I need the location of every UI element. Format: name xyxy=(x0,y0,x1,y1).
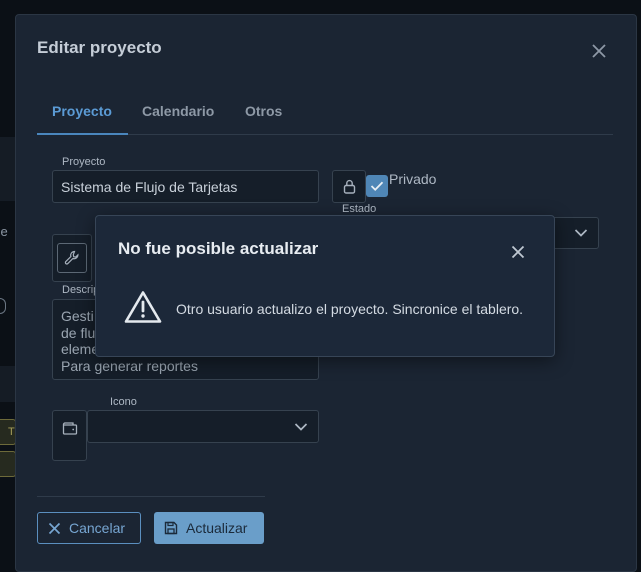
private-checkbox[interactable] xyxy=(366,175,388,197)
project-name-input[interactable]: Sistema de Flujo de Tarjetas xyxy=(52,170,319,203)
settings-button[interactable] xyxy=(52,234,92,282)
error-alert: No fue posible actualizar Otro usuario a… xyxy=(95,215,555,357)
background-partial-text: arje xyxy=(0,224,8,239)
tab-calendario[interactable]: Calendario xyxy=(142,103,214,119)
icon-select[interactable] xyxy=(87,410,319,443)
wallet-icon xyxy=(62,422,77,435)
checkmark-icon xyxy=(370,181,384,191)
dialog-title: Editar proyecto xyxy=(37,38,162,57)
background-chip: T xyxy=(0,419,16,445)
icon-preview xyxy=(52,410,87,461)
tab-proyecto[interactable]: Proyecto xyxy=(52,103,112,119)
update-button-label: Actualizar xyxy=(186,520,248,536)
update-button[interactable]: Actualizar xyxy=(154,512,264,544)
cancel-button[interactable]: Cancelar xyxy=(37,512,141,544)
close-icon[interactable] xyxy=(510,244,526,260)
private-label: Privado xyxy=(389,171,437,187)
tab-bar: Proyecto Calendario Otros xyxy=(37,99,613,135)
background-panel xyxy=(0,137,16,201)
chevron-down-icon xyxy=(574,229,588,237)
chevron-down-icon xyxy=(294,422,308,431)
description-line: Para generar reportes xyxy=(61,357,198,374)
active-tab-indicator xyxy=(37,133,128,135)
warning-icon xyxy=(124,291,162,323)
close-icon xyxy=(48,522,61,534)
background-chip xyxy=(0,451,16,477)
background-panel xyxy=(0,366,16,402)
footer-divider xyxy=(37,496,265,497)
close-icon[interactable] xyxy=(590,42,608,60)
project-name-value: Sistema de Flujo de Tarjetas xyxy=(61,178,238,195)
lock-button[interactable] xyxy=(332,170,366,203)
alert-message: Otro usuario actualizo el proyecto. Sinc… xyxy=(176,301,524,317)
icon-label: Icono xyxy=(110,396,137,408)
wrench-icon xyxy=(64,250,79,265)
project-label: Proyecto xyxy=(62,156,106,168)
cancel-button-label: Cancelar xyxy=(69,520,126,536)
tab-otros[interactable]: Otros xyxy=(245,103,282,119)
lock-icon xyxy=(343,179,355,194)
state-label: Estado xyxy=(342,203,377,215)
wrench-button-inner xyxy=(57,243,87,273)
save-icon xyxy=(164,521,178,535)
background-chip-text: T xyxy=(8,426,15,438)
alert-title: No fue posible actualizar xyxy=(118,239,319,258)
background-indicator xyxy=(0,298,6,314)
